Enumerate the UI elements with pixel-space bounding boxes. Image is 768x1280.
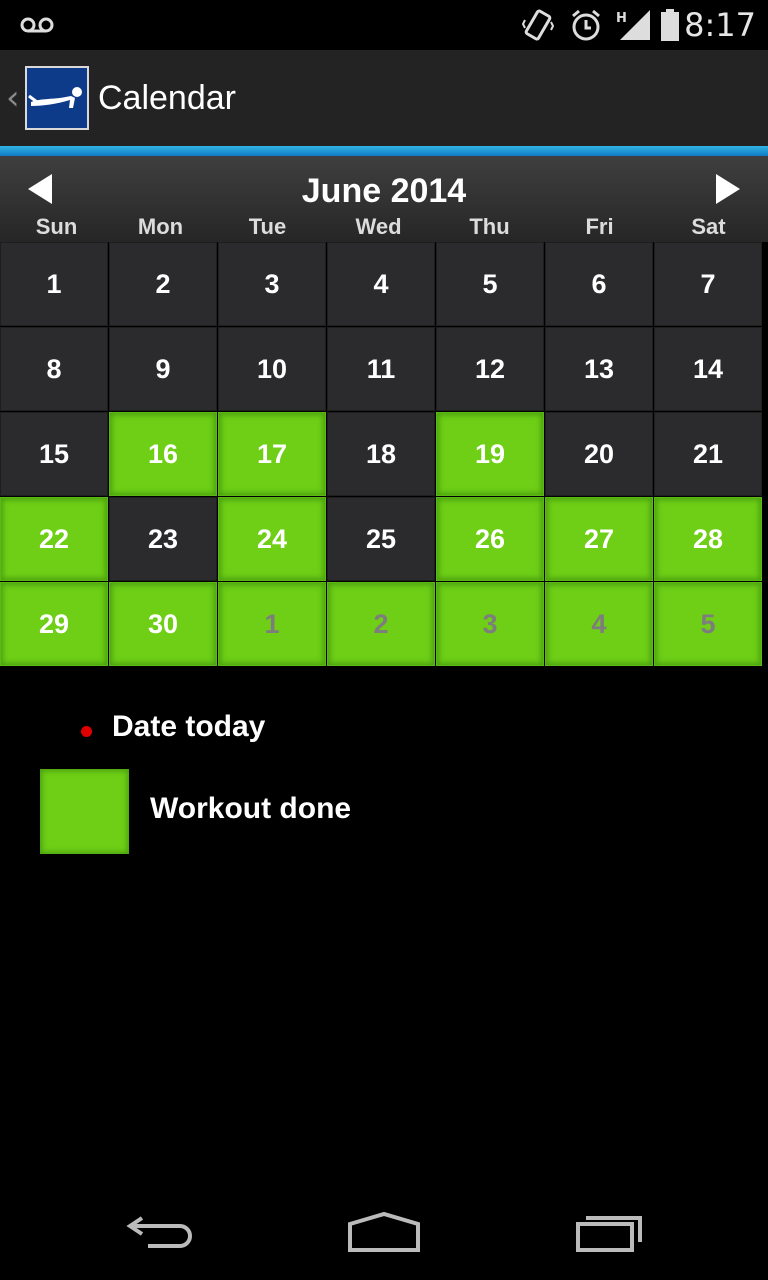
status-bar: H 8:17 <box>0 0 768 50</box>
day-cell[interactable]: 2 <box>327 582 435 666</box>
day-cell[interactable]: 4 <box>545 582 653 666</box>
weekday-label: Tue <box>248 214 287 239</box>
day-cell[interactable]: 11 <box>327 327 435 411</box>
day-cell[interactable]: 3 <box>218 242 326 326</box>
day-cell[interactable]: 21 <box>654 412 762 496</box>
up-chevron-icon[interactable]: ‹ <box>6 78 20 118</box>
day-cell[interactable]: 3 <box>436 582 544 666</box>
page-title: Calendar <box>98 79 236 117</box>
day-cell[interactable]: 4 <box>327 242 435 326</box>
day-cell[interactable]: 2 <box>109 242 217 326</box>
workout-done-swatch <box>40 769 129 854</box>
day-cell[interactable]: 16 <box>109 412 217 496</box>
recent-apps-icon <box>576 1216 642 1252</box>
day-cell[interactable]: 25 <box>327 497 435 581</box>
day-cell[interactable]: 30 <box>109 582 217 666</box>
day-cell[interactable]: 17 <box>218 412 326 496</box>
day-cell[interactable]: 1 <box>218 582 326 666</box>
day-cell[interactable]: 26 <box>436 497 544 581</box>
day-cell[interactable]: 19 <box>436 412 544 496</box>
alarm-icon <box>570 0 602 50</box>
action-bar: ‹ Calendar <box>0 50 768 146</box>
day-cell[interactable]: 24 <box>218 497 326 581</box>
day-cell[interactable]: 27 <box>545 497 653 581</box>
day-cell[interactable]: 23 <box>109 497 217 581</box>
day-cell[interactable]: 29 <box>0 582 108 666</box>
svg-text:H: H <box>616 11 627 26</box>
app-logo[interactable] <box>25 66 89 130</box>
day-cell[interactable]: 18 <box>327 412 435 496</box>
day-cell[interactable]: 6 <box>545 242 653 326</box>
battery-icon <box>660 0 680 50</box>
recent-apps-button[interactable] <box>574 1210 646 1259</box>
day-cell[interactable]: 8 <box>0 327 108 411</box>
home-icon <box>348 1211 420 1252</box>
day-cell[interactable]: 20 <box>545 412 653 496</box>
weekday-header: Sun Mon Tue Wed Thu Fri Sat <box>0 214 768 240</box>
weekday-label: Thu <box>469 214 510 239</box>
calendar-grid: 1 2 3 4 5 6 7 8 9 10 11 12 13 14 15 16 1… <box>0 242 764 666</box>
pushup-figure-icon <box>28 87 82 108</box>
today-dot-icon <box>81 726 92 737</box>
day-cell[interactable]: 9 <box>109 327 217 411</box>
day-cell[interactable]: 14 <box>654 327 762 411</box>
day-cell[interactable]: 22 <box>0 497 108 581</box>
day-cell[interactable]: 10 <box>218 327 326 411</box>
voicemail-icon <box>20 0 54 50</box>
day-cell[interactable]: 12 <box>436 327 544 411</box>
signal-icon: H <box>614 0 652 50</box>
day-cell[interactable]: 5 <box>654 582 762 666</box>
status-time: 8:17 <box>684 6 756 44</box>
day-cell[interactable]: 7 <box>654 242 762 326</box>
day-cell[interactable]: 13 <box>545 327 653 411</box>
day-cell[interactable]: 28 <box>654 497 762 581</box>
day-cell[interactable]: 15 <box>0 412 108 496</box>
weekday-label: Fri <box>585 214 614 239</box>
weekday-label: Sat <box>691 214 726 239</box>
weekday-label: Mon <box>137 214 184 239</box>
system-nav-bar <box>0 1180 768 1280</box>
accent-divider <box>0 146 768 156</box>
legend-today-label: Date today <box>112 710 266 743</box>
home-button[interactable] <box>346 1210 422 1259</box>
weekday-label: Sun <box>35 214 78 239</box>
vibrate-icon <box>522 0 554 50</box>
day-cell[interactable]: 5 <box>436 242 544 326</box>
legend-done-label: Workout done <box>150 792 352 825</box>
weekday-label: Wed <box>355 214 402 239</box>
day-cell[interactable]: 1 <box>0 242 108 326</box>
back-button[interactable] <box>124 1210 196 1255</box>
month-title: June 2014 <box>301 172 467 210</box>
back-icon <box>126 1216 192 1248</box>
